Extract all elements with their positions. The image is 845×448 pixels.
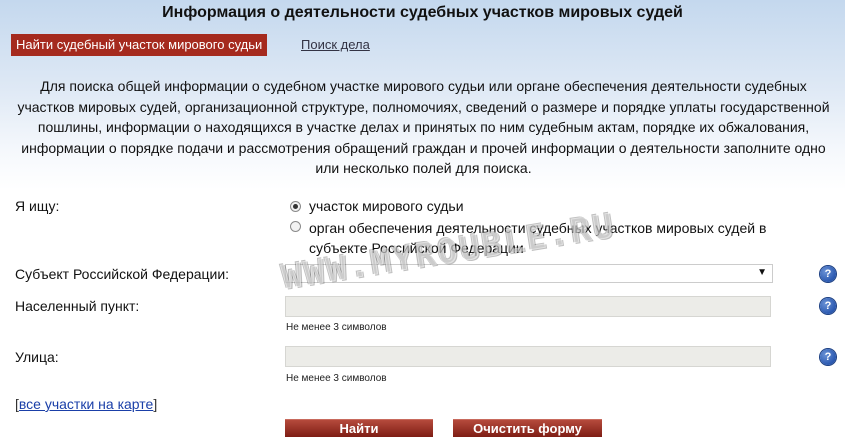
all-sites-map-link[interactable]: все участки на карте bbox=[19, 396, 153, 412]
street-hint: Не менее 3 символов bbox=[286, 373, 387, 384]
intro-text: Для поиска общей информации о судебном у… bbox=[17, 78, 830, 176]
clear-form-button[interactable]: Очистить форму bbox=[453, 419, 602, 437]
help-icon-region[interactable]: ? bbox=[820, 266, 836, 282]
radio-button-court-site[interactable] bbox=[290, 201, 301, 212]
radio-option-court-site[interactable]: участок мирового судьи bbox=[290, 198, 770, 214]
locality-label: Населенный пункт: bbox=[15, 298, 140, 314]
map-link-bracket-close: ] bbox=[153, 396, 158, 412]
help-icon-street[interactable]: ? bbox=[820, 349, 836, 365]
find-button[interactable]: Найти bbox=[285, 419, 433, 437]
page-title: Информация о деятельности судебных участ… bbox=[162, 4, 683, 21]
locality-input[interactable] bbox=[285, 296, 771, 317]
region-select[interactable]: ▼ bbox=[285, 264, 773, 283]
locality-hint: Не менее 3 символов bbox=[286, 322, 387, 333]
radio-button-support-body[interactable] bbox=[290, 221, 301, 232]
tab-case-search[interactable]: Поиск дела bbox=[301, 37, 370, 52]
tab-find-court-site[interactable]: Найти судебный участок мирового судьи bbox=[11, 34, 268, 56]
radio-label-court-site: участок мирового судьи bbox=[309, 198, 464, 214]
help-icon-locality[interactable]: ? bbox=[820, 298, 836, 314]
street-input[interactable] bbox=[285, 346, 771, 367]
search-for-label: Я ищу: bbox=[15, 198, 60, 214]
radio-label-support-body: орган обеспечения деятельности судебных … bbox=[309, 220, 767, 256]
region-label: Субъект Российской Федерации: bbox=[15, 266, 230, 282]
radio-option-support-body[interactable]: орган обеспечения деятельности судебных … bbox=[290, 218, 772, 258]
map-link-wrapper: [все участки на карте] bbox=[15, 396, 157, 412]
street-label: Улица: bbox=[15, 349, 59, 365]
dropdown-arrow-icon: ▼ bbox=[757, 267, 767, 278]
